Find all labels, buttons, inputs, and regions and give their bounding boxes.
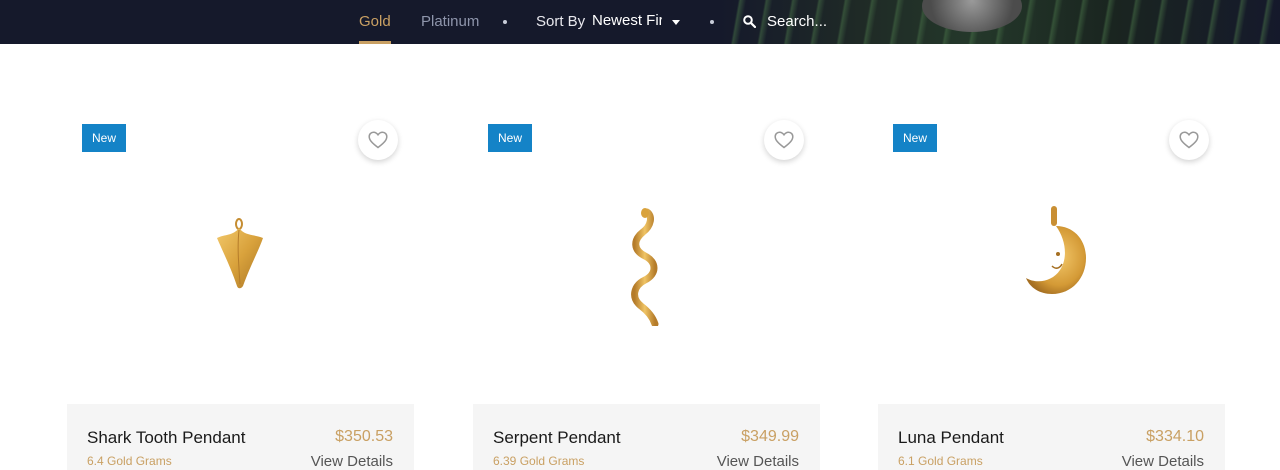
product-card[interactable]: New Shark Tooth Pendant $350.53 6.4 Gold… xyxy=(67,104,414,470)
tab-gold[interactable]: Gold xyxy=(359,13,391,30)
heart-icon xyxy=(774,131,794,149)
heart-icon xyxy=(368,131,388,149)
view-details-link[interactable]: View Details xyxy=(717,453,799,470)
new-badge: New xyxy=(893,124,938,152)
search-placeholder: Search... xyxy=(767,13,828,30)
new-badge: New xyxy=(82,124,127,152)
sort-dropdown[interactable]: Newest First xyxy=(592,12,684,32)
view-details-link[interactable]: View Details xyxy=(311,453,393,470)
product-name[interactable]: Shark Tooth Pendant xyxy=(87,428,245,448)
sort-by-label: Sort By xyxy=(536,13,586,30)
view-details-link[interactable]: View Details xyxy=(1122,453,1204,470)
product-info: Luna Pendant $334.10 6.1 Gold Grams View… xyxy=(878,404,1225,470)
chevron-down-icon xyxy=(672,20,680,25)
product-name[interactable]: Luna Pendant xyxy=(898,428,1004,448)
sort-dropdown-value: Newest First xyxy=(592,12,662,29)
product-weight: 6.4 Gold Grams xyxy=(87,454,172,468)
crescent-moon-pendant-image xyxy=(1026,206,1086,294)
product-weight: 6.1 Gold Grams xyxy=(898,454,983,468)
product-image-area[interactable]: New xyxy=(878,104,1225,404)
product-price: $334.10 xyxy=(1146,428,1204,445)
product-card[interactable]: New Luna Pendant $334.10 6.1 Gold Grams … xyxy=(878,104,1225,470)
serpent-pendant-image xyxy=(631,208,659,326)
top-nav-bar: Gold Platinum Sort By Newest First Searc… xyxy=(0,0,1280,44)
search-icon xyxy=(743,15,756,28)
favorite-button[interactable] xyxy=(358,120,398,160)
product-image-area[interactable]: New xyxy=(67,104,414,404)
heart-icon xyxy=(1179,131,1199,149)
product-price: $349.99 xyxy=(741,428,799,445)
product-info: Serpent Pendant $349.99 6.39 Gold Grams … xyxy=(473,404,820,470)
favorite-button[interactable] xyxy=(764,120,804,160)
product-name[interactable]: Serpent Pendant xyxy=(493,428,621,448)
product-info: Shark Tooth Pendant $350.53 6.4 Gold Gra… xyxy=(67,404,414,470)
nav-separator-dot xyxy=(710,20,714,24)
product-price: $350.53 xyxy=(335,428,393,445)
product-card[interactable]: New Serpent Pendant $349.99 6.39 Gold Gr… xyxy=(473,104,820,470)
product-image-area[interactable]: New xyxy=(473,104,820,404)
favorite-button[interactable] xyxy=(1169,120,1209,160)
active-tab-indicator xyxy=(359,41,391,44)
product-weight: 6.39 Gold Grams xyxy=(493,454,585,468)
tab-platinum[interactable]: Platinum xyxy=(421,13,479,30)
nav-separator-dot xyxy=(503,20,507,24)
shark-tooth-pendant-image xyxy=(217,218,263,289)
new-badge: New xyxy=(488,124,533,152)
